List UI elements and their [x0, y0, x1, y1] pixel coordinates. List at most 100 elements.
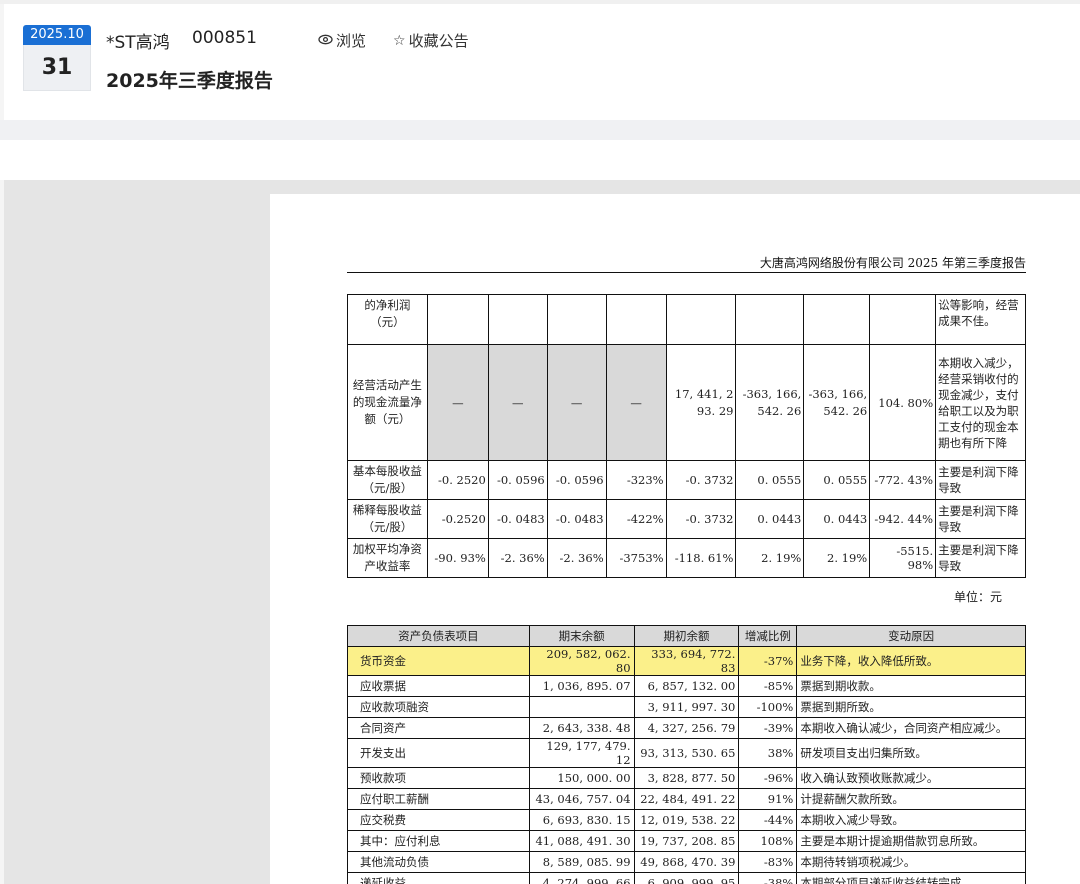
table-cell: -118. 61% — [665, 538, 737, 578]
separator-band — [0, 120, 1080, 140]
change-ratio-cell: 91% — [738, 788, 798, 810]
table-cell: -363, 166, 542. 26 — [735, 344, 805, 461]
table-cell: -2. 36% — [546, 538, 607, 578]
star-icon: ☆ — [393, 32, 406, 49]
column-header: 期末余额 — [528, 625, 635, 647]
item-cell: 合同资产 — [347, 717, 530, 739]
table-row: 的净利润 （元） 讼等影响，经营成果不佳。 — [347, 294, 1026, 345]
table-cell — [487, 294, 548, 345]
column-header: 增减比例 — [738, 625, 798, 647]
begin-balance-cell: 6, 909, 999. 95 — [633, 872, 740, 884]
stock-code[interactable]: 000851 — [192, 28, 257, 48]
stock-name[interactable]: *ST高鸿 — [106, 28, 170, 53]
table-cell: — — [487, 344, 548, 461]
change-ratio-cell: -44% — [738, 809, 798, 831]
table-row: 稀释每股收益（元/股） -0.2520 -0. 0483 -0. 0483 -4… — [347, 499, 1026, 539]
balance-sheet-table: 资产负债表项目 期末余额 期初余额 增减比例 变动原因 货币资金 209, 582… — [347, 625, 1026, 884]
change-ratio-cell: -96% — [738, 767, 798, 789]
reason-cell: 票据到期所致。 — [796, 696, 1026, 718]
table-cell: -0. 0596 — [487, 460, 548, 500]
change-ratio-cell: -38% — [738, 872, 798, 884]
table-cell: -5515. 98% — [869, 538, 937, 578]
header-rule — [347, 272, 1026, 273]
reason-cell: 主要是利润下降导致 — [935, 538, 1026, 578]
page-title: 2025年三季度报告 — [106, 70, 273, 92]
begin-balance-cell: 6, 857, 132. 00 — [633, 675, 740, 697]
table-cell: — — [546, 344, 607, 461]
table-cell: 2. 19% — [735, 538, 805, 578]
reason-cell: 业务下降，收入降低所致。 — [796, 646, 1026, 676]
change-ratio-cell: -85% — [738, 675, 798, 697]
row-label: 稀释每股收益（元/股） — [347, 499, 428, 539]
change-ratio-cell: -39% — [738, 717, 798, 739]
reason-cell: 本期收入减少导致。 — [796, 809, 1026, 831]
item-cell: 应交税费 — [347, 809, 530, 831]
item-cell: 开发支出 — [347, 738, 530, 768]
item-cell: 其他流动负债 — [347, 851, 530, 873]
table-row: 加权平均净资产收益率 -90. 93% -2. 36% -2. 36% -375… — [347, 538, 1026, 578]
column-header: 变动原因 — [796, 625, 1026, 647]
reason-cell: 票据到期收款。 — [796, 675, 1026, 697]
table-cell: -0. 2520 — [426, 460, 489, 500]
date-month: 2025.10 — [23, 25, 91, 45]
column-header: 期初余额 — [633, 625, 740, 647]
row-label: 经营活动产生的现金流量净额（元） — [347, 344, 428, 461]
table-cell: -363, 166, 542. 26 — [803, 344, 871, 461]
row-label: 基本每股收益（元/股） — [347, 460, 428, 500]
table-cell: — — [426, 344, 489, 461]
eye-icon — [318, 33, 333, 49]
table-cell: 0. 0443 — [735, 499, 805, 539]
table-cell: -90. 93% — [426, 538, 489, 578]
end-balance-cell: 150, 000. 00 — [528, 767, 635, 789]
table-cell — [803, 294, 871, 345]
table-row: 应付职工薪酬 43, 046, 757. 04 22, 484, 491. 22 91… — [347, 788, 1026, 810]
date-badge: 2025.10 31 — [23, 25, 91, 91]
reason-cell: 本期收入减少，经营采销收付的现金减少，支付给职工以及为职工支付的现金本期也有所下… — [935, 344, 1026, 461]
table-cell: — — [605, 344, 667, 461]
browse-button[interactable]: 浏览 — [318, 30, 366, 51]
end-balance-cell: 209, 582, 062. 80 — [528, 646, 635, 676]
begin-balance-cell: 22, 484, 491. 22 — [633, 788, 740, 810]
table-cell: 17, 441, 293. 29 — [665, 344, 737, 461]
reason-cell: 本期收入确认减少，合同资产相应减少。 — [796, 717, 1026, 739]
begin-balance-cell: 333, 694, 772. 83 — [633, 646, 740, 676]
announcement-header: 2025.10 31 *ST高鸿 000851 浏览 ☆ 收藏公告 2025年三… — [4, 4, 1080, 120]
reason-cell: 研发项目支出归集所致。 — [796, 738, 1026, 768]
table-cell: -0.2520 — [426, 499, 489, 539]
begin-balance-cell: 4, 327, 256. 79 — [633, 717, 740, 739]
table-row: 货币资金 209, 582, 062. 80 333, 694, 772. 83 -3… — [347, 646, 1026, 676]
end-balance-cell: 41, 088, 491. 30 — [528, 830, 635, 852]
reason-cell: 本期待转销项税减少。 — [796, 851, 1026, 873]
table-cell: 0. 0555 — [803, 460, 871, 500]
change-ratio-cell: -37% — [738, 646, 798, 676]
row-label: 的净利润 （元） — [347, 294, 428, 345]
table-row: 合同资产 2, 643, 338. 48 4, 327, 256. 79 -39% 本期… — [347, 717, 1026, 739]
end-balance-cell: 129, 177, 479. 12 — [528, 738, 635, 768]
table-cell: -942. 44% — [869, 499, 937, 539]
table-row: 递延收益 4, 274, 999. 66 6, 909, 999. 95 -38% 本期… — [347, 872, 1026, 884]
item-cell: 其中：应付利息 — [347, 830, 530, 852]
reason-cell: 计提薪酬欠款所致。 — [796, 788, 1026, 810]
end-balance-cell: 2, 643, 338. 48 — [528, 717, 635, 739]
begin-balance-cell: 3, 911, 997. 30 — [633, 696, 740, 718]
table-row: 预收款项 150, 000. 00 3, 828, 877. 50 -96% 收入确认致… — [347, 767, 1026, 789]
table-cell: -0. 3732 — [665, 499, 737, 539]
table-cell: -0. 0483 — [487, 499, 548, 539]
table-cell: 0. 0555 — [735, 460, 805, 500]
change-ratio-cell: 38% — [738, 738, 798, 768]
table-row: 开发支出 129, 177, 479. 12 93, 313, 530. 65 38%… — [347, 738, 1026, 768]
table-cell: 2. 19% — [803, 538, 871, 578]
reason-cell: 主要是利润下降导致 — [935, 499, 1026, 539]
table-row: 应交税费 6, 693, 830. 15 12, 019, 538. 22 -44% 本… — [347, 809, 1026, 831]
begin-balance-cell: 49, 868, 470. 39 — [633, 851, 740, 873]
item-cell: 递延收益 — [347, 872, 530, 884]
reason-cell: 收入确认致预收账款减少。 — [796, 767, 1026, 789]
date-day: 31 — [23, 45, 91, 91]
begin-balance-cell: 3, 828, 877. 50 — [633, 767, 740, 789]
change-ratio-cell: -100% — [738, 696, 798, 718]
table-cell: -3753% — [605, 538, 667, 578]
table-cell — [426, 294, 489, 345]
begin-balance-cell: 19, 737, 208. 85 — [633, 830, 740, 852]
table-cell: -323% — [605, 460, 667, 500]
favorite-button[interactable]: ☆ 收藏公告 — [393, 30, 469, 51]
